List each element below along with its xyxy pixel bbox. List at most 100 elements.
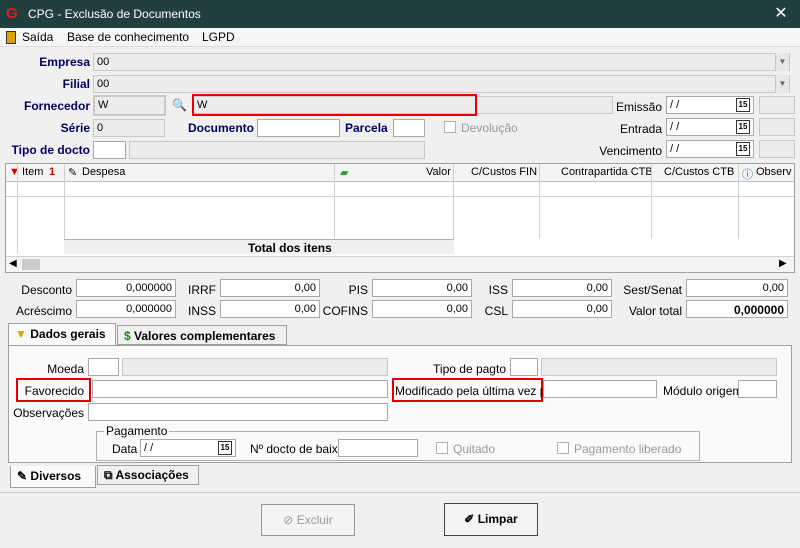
col-contrapartida[interactable]: Contrapartida CTB (561, 166, 653, 178)
fornecedor-label: Fornecedor (23, 99, 90, 113)
tipo-docto-label: Tipo de docto (11, 143, 90, 157)
csl-label: CSL (484, 304, 508, 318)
excluir-button[interactable]: ⊘ Excluir (261, 504, 355, 536)
pis-field[interactable]: 0,00 (372, 279, 472, 297)
serie-field[interactable]: 0 (93, 119, 165, 137)
favorecido-field[interactable] (92, 380, 388, 398)
scroll-thumb[interactable] (22, 259, 40, 270)
acrescimo-label: Acréscimo (15, 304, 72, 318)
calendar-icon[interactable]: 15 (218, 441, 232, 455)
tipo-pagto-desc-field (541, 358, 777, 376)
menu-saida[interactable]: Saída (22, 30, 53, 44)
valor-total-field: 0,000000 (686, 300, 788, 318)
moeda-label: Moeda (47, 362, 84, 376)
calendar-icon[interactable]: 15 (736, 98, 750, 112)
tipo-pagto-code-field[interactable] (510, 358, 538, 376)
tab-dados-gerais[interactable]: ▼ Dados gerais (8, 323, 116, 345)
fornecedor-code-field[interactable]: W (93, 95, 166, 116)
desconto-field[interactable]: 0,000000 (76, 279, 176, 297)
calendar-icon[interactable]: 15 (736, 120, 750, 134)
col-item[interactable]: Item (22, 166, 43, 178)
tab-diversos[interactable]: ✎ Diversos (10, 466, 96, 488)
tipo-pagto-label: Tipo de pagto (433, 362, 506, 376)
cofins-field[interactable]: 0,00 (372, 300, 472, 318)
excluir-label: Excluir (296, 513, 333, 527)
fornecedor-name-highlight (192, 94, 477, 116)
close-icon[interactable]: ✕ (771, 4, 791, 24)
horizontal-scrollbar[interactable]: ◀ ▶ (6, 256, 794, 272)
col-divider (17, 164, 18, 254)
col-valor[interactable]: Valor (426, 166, 451, 178)
ndocto-baixa-field[interactable] (338, 439, 418, 457)
items-grid[interactable]: ▼ Item 1 ✎ Despesa ▰ Valor C/Custos FIN … (5, 163, 795, 273)
modulo-origem-field (738, 380, 777, 398)
csl-field[interactable]: 0,00 (512, 300, 612, 318)
scroll-right-icon[interactable]: ▶ (779, 258, 787, 269)
pis-label: PIS (348, 283, 368, 297)
total-itens-label: Total dos itens (248, 241, 332, 255)
pagamento-label: Pagamento (104, 424, 170, 438)
parcela-field[interactable] (393, 119, 425, 137)
col-observacao[interactable]: Observ (756, 166, 791, 178)
col-despesa[interactable]: Despesa (82, 166, 125, 178)
observacoes-field[interactable] (88, 403, 388, 421)
funnel-icon: ▼ (15, 327, 27, 341)
sest-field[interactable]: 0,00 (686, 279, 788, 297)
modulo-origem-label: Módulo origem (663, 384, 743, 398)
iss-label: ISS (488, 283, 508, 297)
chevron-down-icon[interactable]: ▼ (775, 53, 789, 71)
irrf-label: IRRF (188, 283, 216, 297)
empresa-select[interactable]: 00 (93, 53, 790, 71)
tab-valores-complementares[interactable]: $ Valores complementares (117, 325, 287, 345)
calendar-icon[interactable]: 15 (736, 142, 750, 156)
col-custos-ctb[interactable]: C/Custos CTB (664, 166, 734, 178)
documento-field[interactable] (257, 119, 340, 137)
sest-label: Sest/Senat (623, 283, 682, 297)
tab-associacoes[interactable]: ⧉ Associações (97, 465, 199, 485)
devolucao-label: Devolução (461, 121, 518, 135)
exit-door-icon (6, 31, 16, 44)
row-divider (6, 196, 794, 197)
modificado-field (543, 380, 657, 398)
menu-lgpd[interactable]: LGPD (202, 30, 235, 44)
filial-select[interactable]: 00 (93, 75, 790, 93)
money-icon: ▰ (340, 167, 349, 179)
tab-dados-gerais-label: Dados gerais (30, 327, 106, 341)
excluir-icon: ⊘ (283, 513, 294, 527)
app-logo-icon: G (6, 5, 18, 22)
menu-base-conhecimento[interactable]: Base de conhecimento (67, 30, 189, 44)
chevron-down-icon[interactable]: ▼ (775, 75, 789, 93)
limpar-button[interactable]: ✐ Limpar (444, 503, 538, 536)
inss-field[interactable]: 0,00 (220, 300, 320, 318)
col-divider (738, 164, 739, 239)
pagamento-liberado-label: Pagamento liberado (574, 442, 682, 456)
vencimento-extra-field (759, 140, 795, 158)
quitado-label: Quitado (453, 442, 496, 456)
title-bar: G CPG - Exclusão de Documentos ✕ (0, 0, 800, 28)
irrf-field[interactable]: 0,00 (220, 279, 320, 297)
quitado-checkbox[interactable] (436, 442, 448, 454)
favorecido-label: Favorecido (24, 384, 84, 398)
pagamento-liberado-checkbox[interactable] (557, 442, 569, 454)
col-custos-fin[interactable]: C/Custos FIN (471, 166, 537, 178)
tipo-docto-code-field[interactable] (93, 141, 126, 159)
acrescimo-field[interactable]: 0,000000 (76, 300, 176, 318)
vencimento-label: Vencimento (599, 144, 662, 158)
sort-order-icon: 1 (49, 166, 56, 178)
entrada-label: Entrada (619, 122, 662, 136)
devolucao-checkbox[interactable] (444, 121, 456, 133)
info-icon: ⓘ (742, 169, 753, 181)
entrada-extra-field (759, 118, 795, 136)
moeda-code-field[interactable] (88, 358, 119, 376)
dollar-icon: $ (124, 329, 131, 343)
scroll-left-icon[interactable]: ◀ (9, 258, 17, 269)
emissao-extra-field (759, 96, 795, 114)
binoculars-search-icon[interactable]: 🔍 (172, 98, 187, 112)
pencil-icon: ✎ (17, 469, 28, 483)
observacoes-label: Observações (13, 406, 84, 420)
sort-down-icon[interactable]: ▼ (9, 166, 20, 178)
iss-field[interactable]: 0,00 (512, 279, 612, 297)
col-divider (651, 164, 652, 239)
window-title: CPG - Exclusão de Documentos (28, 7, 201, 21)
menu-bar: Saída Base de conhecimento LGPD (0, 28, 800, 47)
